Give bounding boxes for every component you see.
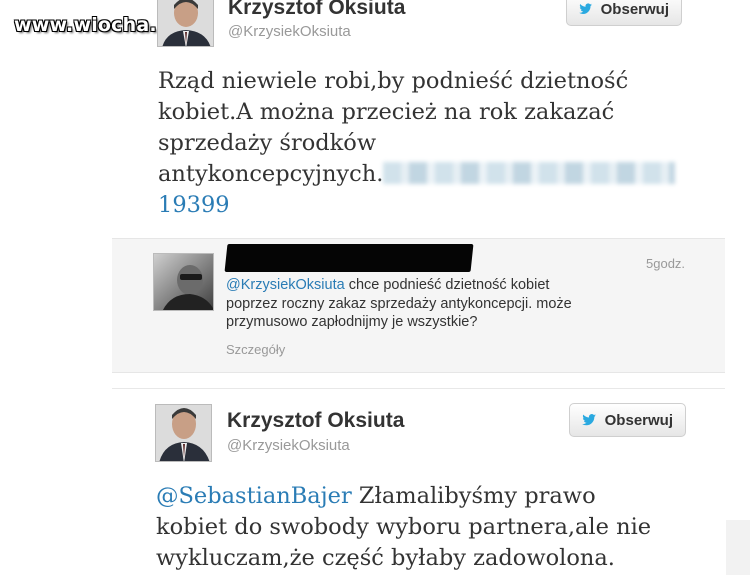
author-handle[interactable]: @KrzysiekOksiuta (227, 437, 350, 454)
twitter-bird-icon (579, 3, 593, 14)
reply-line: poprzez roczny zakaz sprzedaży antykonce… (226, 295, 572, 312)
reply-line-with-mention: @KrzysiekOksiuta chce podnieść dzietność… (226, 276, 572, 295)
author-avatar[interactable] (157, 0, 214, 47)
side-strip (726, 520, 750, 575)
portrait-image (158, 0, 213, 46)
site-watermark: www.wiocha.pl (14, 14, 178, 36)
tweet-line: Złamalibyśmy prawo (351, 483, 596, 509)
follow-label: Obserwuj (604, 411, 673, 429)
tweet-text: Rząd niewiele robi,by podnieść dzietność… (158, 66, 676, 221)
tweet-line: kobiet.A można przecież na rok zakazać (158, 99, 615, 125)
twitter-bird-icon (582, 414, 597, 426)
follow-label: Obserwuj (600, 0, 669, 18)
reply-portrait-image (154, 254, 213, 310)
tweet-text: @SebastianBajer Złamalibyśmy prawo kobie… (156, 481, 651, 574)
tweet-line: wykluczam,że część byłaby zadowolona. (156, 545, 615, 571)
tweet-line-with-link: antykoncepcyjnych. (158, 159, 676, 190)
reply-author-avatar[interactable] (153, 253, 214, 311)
tweet-line: Rząd niewiele robi,by podnieść dzietność (158, 68, 629, 94)
reply-text: @KrzysiekOksiuta chce podnieść dzietność… (226, 276, 572, 332)
tweet-line-with-mention: @SebastianBajer Złamalibyśmy prawo (156, 481, 651, 512)
tweet-mention-link[interactable]: @SebastianBajer (156, 483, 352, 509)
divider (112, 388, 725, 389)
follow-button[interactable]: Obserwuj (569, 403, 686, 437)
tweet-link-tail[interactable]: 19399 (158, 190, 675, 221)
tweet-line: sprzedaży środków (158, 130, 377, 156)
follow-button[interactable]: Obserwuj (566, 0, 682, 26)
portrait-image (156, 405, 211, 461)
reply-timestamp[interactable]: 5godz. (646, 256, 685, 271)
reply-line: chce podnieść dzietność kobiet (344, 277, 550, 293)
reply-mention-link[interactable]: @KrzysiekOksiuta (226, 277, 345, 293)
blurred-link[interactable] (383, 162, 676, 184)
author-name[interactable]: Krzysztof Oksiuta (227, 409, 404, 433)
tweet-line: kobiet do swobody wyboru partnera,ale ni… (156, 514, 652, 540)
author-handle[interactable]: @KrzysiekOksiuta (228, 23, 351, 40)
author-name[interactable]: Krzysztof Oksiuta (228, 0, 405, 20)
tweet-line: antykoncepcyjnych. (158, 161, 384, 187)
redaction-bar (224, 244, 474, 272)
details-link[interactable]: Szczegóły (226, 342, 285, 357)
author-avatar[interactable] (155, 404, 212, 462)
reply-line: przymusowo zapłodnijmy je wszystkie? (226, 314, 478, 330)
